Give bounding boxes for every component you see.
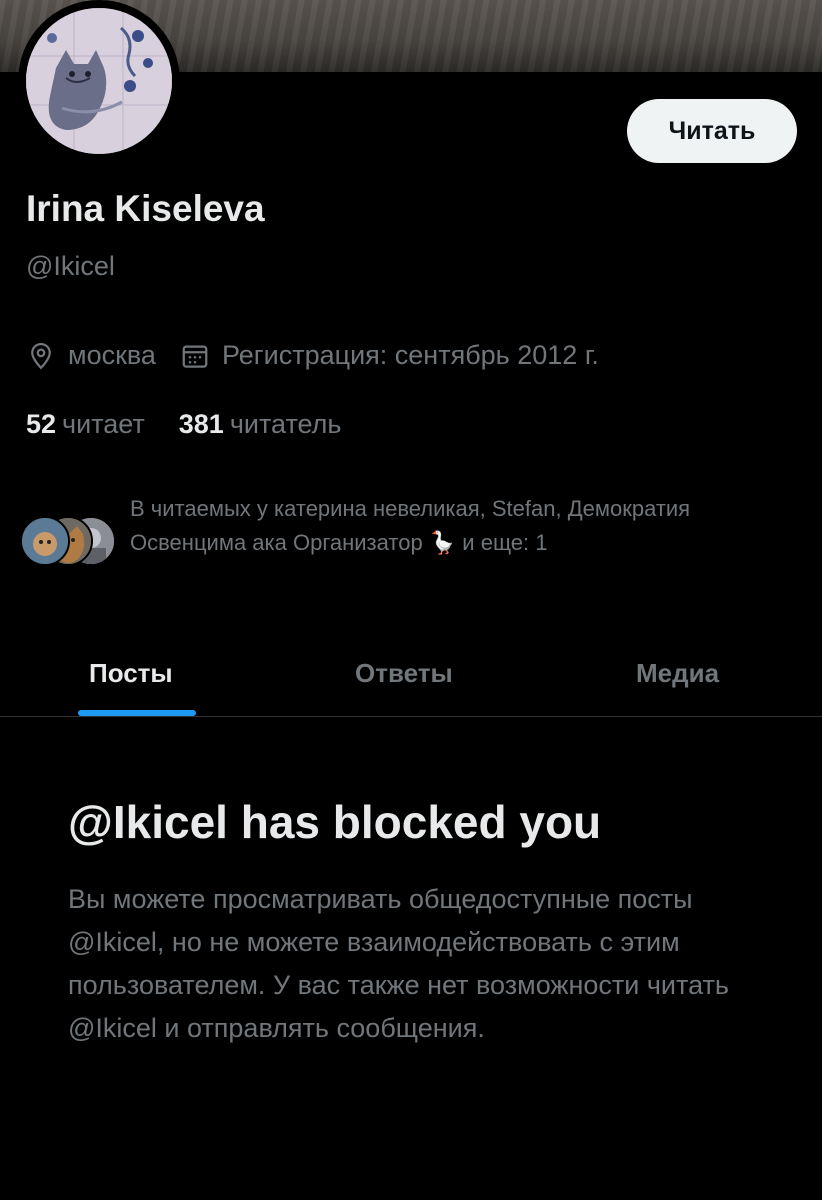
followers-count: 381 bbox=[178, 409, 224, 439]
following-label: читает bbox=[62, 409, 145, 439]
blocked-description: Вы можете просматривать общедоступные по… bbox=[68, 884, 729, 1043]
profile-meta: москва Регистрация: сентябрь 2012 г. bbox=[26, 340, 599, 371]
follow-button[interactable]: Читать bbox=[627, 99, 797, 163]
following-count: 52 bbox=[26, 409, 57, 439]
tab-posts[interactable]: Посты bbox=[89, 630, 173, 716]
followers-you-know[interactable]: В читаемых у катерина невеликая, Stefan,… bbox=[20, 492, 810, 602]
followers-you-know-text: В читаемых у катерина невеликая, Stefan,… bbox=[130, 496, 691, 555]
profile-handle: @Ikicel bbox=[26, 251, 115, 281]
follower-avatar bbox=[20, 516, 70, 566]
avatar-image bbox=[26, 8, 172, 154]
location-pin-icon bbox=[31, 342, 51, 369]
profile-tabs: Посты Ответы Медиа bbox=[0, 630, 822, 717]
calendar-icon bbox=[182, 345, 208, 368]
blocked-title: @Ikicel has blocked you bbox=[68, 796, 602, 848]
tab-replies[interactable]: Ответы bbox=[355, 630, 453, 716]
profile-stats: 52 читает 381 читатель bbox=[26, 409, 341, 440]
followers-avatars bbox=[20, 516, 120, 566]
tab-media[interactable]: Медиа bbox=[636, 630, 719, 716]
profile-avatar[interactable] bbox=[18, 0, 180, 162]
following-link[interactable]: 52 читает bbox=[26, 409, 145, 440]
followers-label: читатель bbox=[229, 409, 342, 439]
profile-joined: Регистрация: сентябрь 2012 г. bbox=[221, 340, 599, 370]
profile-name: Irina Kiseleva bbox=[26, 188, 265, 229]
active-tab-indicator bbox=[78, 710, 196, 716]
profile-location: москва bbox=[68, 340, 156, 370]
followers-link[interactable]: 381 читатель bbox=[179, 409, 342, 440]
